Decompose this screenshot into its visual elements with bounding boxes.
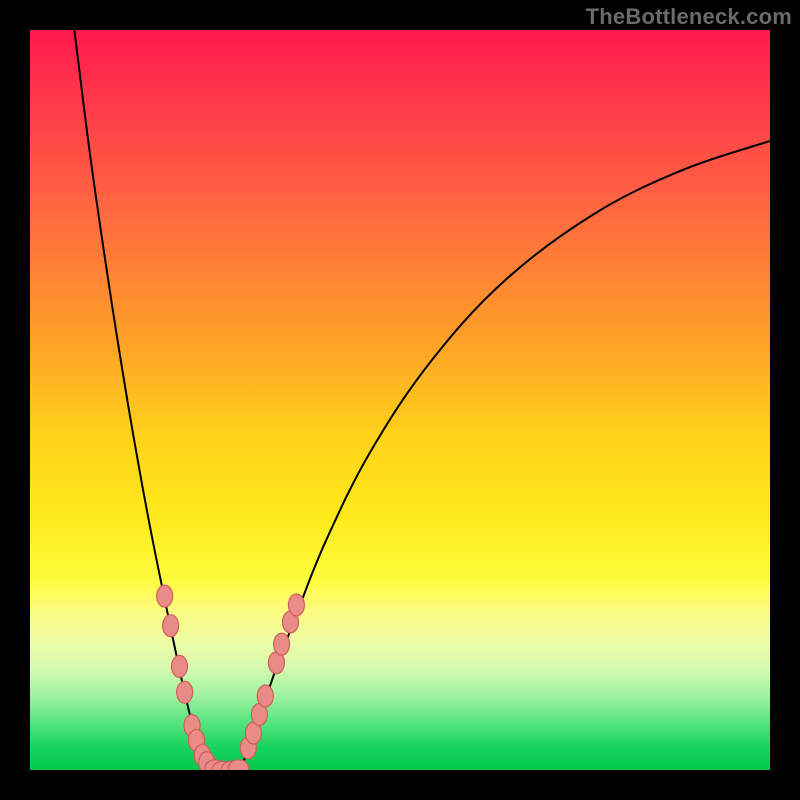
plot-area <box>30 30 770 770</box>
curve-marker <box>257 685 273 707</box>
chart-stage: TheBottleneck.com <box>0 0 800 800</box>
curves-layer <box>30 30 770 770</box>
left-curve <box>74 30 215 770</box>
curve-markers <box>157 585 305 770</box>
curve-marker <box>288 594 304 616</box>
curve-marker <box>171 655 187 677</box>
right-curve <box>237 141 770 770</box>
watermark-text: TheBottleneck.com <box>586 4 792 30</box>
curve-marker <box>177 681 193 703</box>
curve-marker <box>274 633 290 655</box>
curve-marker <box>157 585 173 607</box>
curve-marker <box>163 615 179 637</box>
